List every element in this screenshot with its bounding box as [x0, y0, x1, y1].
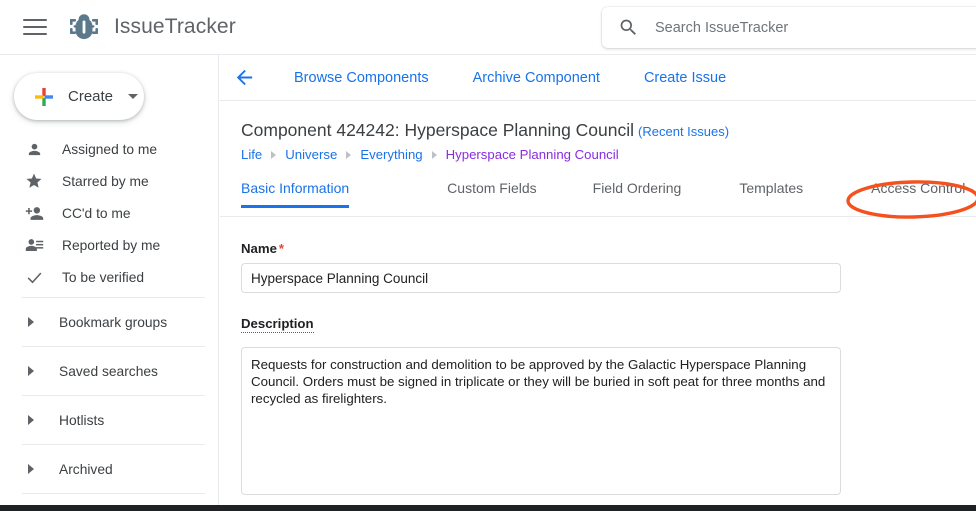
create-issue-link[interactable]: Create Issue	[644, 70, 726, 86]
breadcrumb-item-universe[interactable]: Universe	[285, 147, 337, 162]
tab-field-ordering[interactable]: Field Ordering	[593, 180, 682, 207]
recent-issues-link[interactable]: (Recent Issues)	[638, 124, 729, 139]
back-arrow-icon[interactable]	[233, 66, 256, 89]
sidebar-group-label: Bookmark groups	[59, 314, 168, 330]
chevron-right-icon	[28, 317, 34, 327]
breadcrumb-item-everything[interactable]: Everything	[360, 147, 422, 162]
sidebar-item-label: Assigned to me	[62, 141, 158, 157]
sidebar-group-label: Hotlists	[59, 412, 105, 428]
tab-bar: Basic Information Custom Fields Field Or…	[220, 180, 976, 217]
sidebar: Create Assigned to me Starred by me CC'd…	[0, 55, 219, 511]
breadcrumb-separator-icon	[271, 150, 277, 159]
chevron-right-icon	[28, 415, 34, 425]
plus-icon	[32, 85, 56, 109]
create-button-label: Create	[68, 88, 114, 105]
search-box[interactable]	[602, 7, 976, 48]
sidebar-item-label: Reported by me	[62, 237, 161, 253]
archive-component-link[interactable]: Archive Component	[473, 70, 600, 86]
search-input[interactable]	[653, 18, 976, 37]
sidebar-item-ccd-to-me[interactable]: CC'd to me	[0, 197, 218, 229]
main-content: Browse Components Archive Component Crea…	[220, 55, 976, 511]
bottom-edge-bar	[0, 505, 976, 511]
name-field-group: Name *	[241, 241, 976, 293]
name-field-label: Name *	[241, 241, 976, 256]
sidebar-item-assigned-to-me[interactable]: Assigned to me	[0, 133, 218, 165]
sidebar-group-label: Archived	[59, 461, 113, 477]
sidebar-group-label: Saved searches	[59, 363, 158, 379]
person-list-icon	[24, 235, 44, 255]
page-title: Component 424242: Hyperspace Planning Co…	[241, 120, 976, 141]
name-label-text: Name	[241, 241, 277, 256]
description-field-label: Description	[241, 316, 314, 333]
sidebar-item-starred-by-me[interactable]: Starred by me	[0, 165, 218, 197]
sidebar-item-label: Starred by me	[62, 173, 149, 189]
top-bar: IssueTracker	[0, 0, 976, 54]
chevron-right-icon	[28, 366, 34, 376]
required-marker: *	[278, 241, 285, 256]
breadcrumb-separator-icon	[431, 150, 437, 159]
sidebar-group-hotlists[interactable]: Hotlists	[0, 396, 218, 444]
name-input[interactable]	[241, 263, 841, 293]
sidebar-groups: Bookmark groups Saved searches Hotlists …	[0, 297, 218, 494]
browse-components-link[interactable]: Browse Components	[294, 70, 429, 86]
basic-information-form: Name* Description	[220, 217, 976, 495]
check-icon	[24, 267, 44, 287]
person-icon	[24, 139, 44, 159]
sidebar-group-bookmark-groups[interactable]: Bookmark groups	[0, 298, 218, 346]
sidebar-group-saved-searches[interactable]: Saved searches	[0, 347, 218, 395]
tab-custom-fields[interactable]: Custom Fields	[447, 180, 536, 207]
tab-basic-information[interactable]: Basic Information	[241, 180, 350, 208]
breadcrumb-item-life[interactable]: Life	[241, 147, 262, 162]
description-field-group: Description	[241, 315, 976, 495]
sidebar-item-reported-by-me[interactable]: Reported by me	[0, 229, 218, 261]
brand-logo[interactable]: IssueTracker	[67, 10, 236, 44]
chevron-right-icon	[28, 464, 34, 474]
sidebar-nav-list: Assigned to me Starred by me CC'd to me …	[0, 133, 218, 293]
tab-templates[interactable]: Templates	[739, 180, 803, 207]
create-button[interactable]: Create	[14, 73, 144, 120]
breadcrumb: Life Universe Everything Hyperspace Plan…	[241, 147, 976, 162]
bug-logo-icon	[70, 14, 98, 40]
breadcrumb-item-hyperspace-planning-council[interactable]: Hyperspace Planning Council	[446, 147, 619, 162]
sidebar-item-label: CC'd to me	[62, 205, 131, 221]
breadcrumb-separator-icon	[346, 150, 352, 159]
divider	[22, 493, 205, 494]
person-add-icon	[24, 203, 44, 223]
sidebar-group-archived[interactable]: Archived	[0, 445, 218, 493]
sidebar-item-to-be-verified[interactable]: To be verified	[0, 261, 218, 293]
tab-access-control[interactable]: Access Control	[871, 180, 965, 207]
sidebar-item-label: To be verified	[62, 269, 145, 285]
hamburger-menu-icon[interactable]	[23, 18, 47, 36]
issuetracker-app: IssueTracker Create	[0, 0, 976, 511]
description-textarea[interactable]	[241, 347, 841, 495]
chevron-down-icon[interactable]	[128, 94, 139, 99]
page-title-text: Component 424242: Hyperspace Planning Co…	[241, 120, 635, 140]
search-icon	[618, 17, 639, 38]
action-bar: Browse Components Archive Component Crea…	[220, 55, 976, 101]
brand-title: IssueTracker	[114, 15, 236, 38]
star-icon	[24, 171, 44, 191]
